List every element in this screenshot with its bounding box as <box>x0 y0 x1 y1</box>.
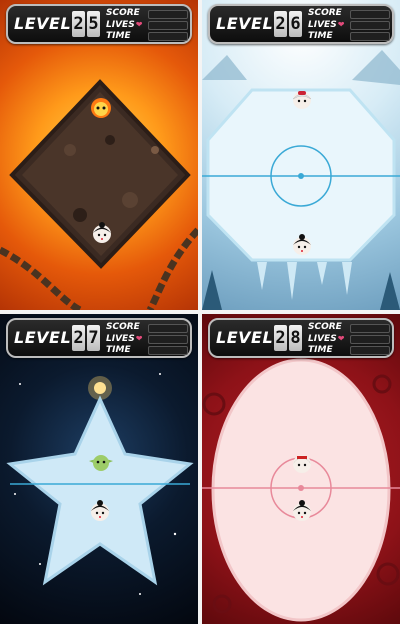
level-number: 2 8 <box>274 325 302 351</box>
score-label: SCORE <box>308 322 342 332</box>
score-value-box <box>148 324 188 333</box>
level-previews-grid: LEVEL 2 5 SCORE LIVES❤ TIME LEVEL 2 6 SC… <box>0 0 400 624</box>
level-digit: 2 <box>72 325 85 351</box>
score-value-box <box>148 10 188 19</box>
time-label: TIME <box>106 31 131 41</box>
time-value-box <box>350 32 390 41</box>
level-digit: 8 <box>289 325 302 351</box>
level-number: 2 6 <box>274 11 302 37</box>
fire-opponent-puck <box>91 98 111 118</box>
score-value-box <box>350 10 390 19</box>
hud-bar: LEVEL 2 8 SCORE LIVES❤ TIME <box>208 318 394 358</box>
ice-arena <box>202 50 400 310</box>
level-digit: 2 <box>72 11 85 37</box>
time-label: TIME <box>308 345 333 355</box>
player-puck[interactable] <box>291 234 313 256</box>
hud-bar: LEVEL 2 5 SCORE LIVES❤ TIME <box>6 4 192 44</box>
level-label: LEVEL <box>216 328 274 347</box>
level-panel-25: LEVEL 2 5 SCORE LIVES❤ TIME <box>0 0 198 310</box>
time-label: TIME <box>308 31 333 41</box>
lives-value-box <box>350 335 390 344</box>
time-value-box <box>350 346 390 355</box>
score-label: SCORE <box>106 322 140 332</box>
level-digit: 2 <box>274 325 287 351</box>
time-value-box <box>148 346 188 355</box>
heart-icon: ❤ <box>135 20 143 29</box>
alien-opponent-puck <box>89 455 113 471</box>
player-puck[interactable] <box>91 222 113 244</box>
score-value-box <box>350 324 390 333</box>
player-puck[interactable] <box>89 500 111 522</box>
lives-label: LIVES <box>106 20 135 30</box>
level-digit: 7 <box>87 325 100 351</box>
lives-label: LIVES <box>106 334 135 344</box>
player-puck[interactable] <box>291 500 313 522</box>
lives-label: LIVES <box>308 20 337 30</box>
level-label: LEVEL <box>14 14 72 33</box>
lives-value-box <box>148 335 188 344</box>
heart-icon: ❤ <box>337 334 345 343</box>
level-label: LEVEL <box>216 14 274 33</box>
level-digit: 2 <box>274 11 287 37</box>
level-number: 2 7 <box>72 325 100 351</box>
level-digit: 6 <box>289 11 302 37</box>
hud-bar: LEVEL 2 6 SCORE LIVES❤ TIME <box>208 4 394 44</box>
opponent-puck <box>293 455 311 473</box>
lives-label: LIVES <box>308 334 337 344</box>
level-number: 2 5 <box>72 11 100 37</box>
hud-bar: LEVEL 2 7 SCORE LIVES❤ TIME <box>6 318 192 358</box>
lives-value-box <box>148 21 188 30</box>
heart-icon: ❤ <box>135 334 143 343</box>
lava-arena <box>0 79 198 310</box>
level-panel-27: LEVEL 2 7 SCORE LIVES❤ TIME <box>0 314 198 624</box>
level-label: LEVEL <box>14 328 72 347</box>
level-panel-28: LEVEL 2 8 SCORE LIVES❤ TIME <box>202 314 400 624</box>
score-label: SCORE <box>308 8 342 18</box>
time-value-box <box>148 32 188 41</box>
opponent-puck <box>292 91 312 109</box>
score-label: SCORE <box>106 8 140 18</box>
level-panel-26: LEVEL 2 6 SCORE LIVES❤ TIME <box>202 0 400 310</box>
lives-value-box <box>350 21 390 30</box>
time-label: TIME <box>106 345 131 355</box>
level-digit: 5 <box>87 11 100 37</box>
heart-icon: ❤ <box>337 20 345 29</box>
